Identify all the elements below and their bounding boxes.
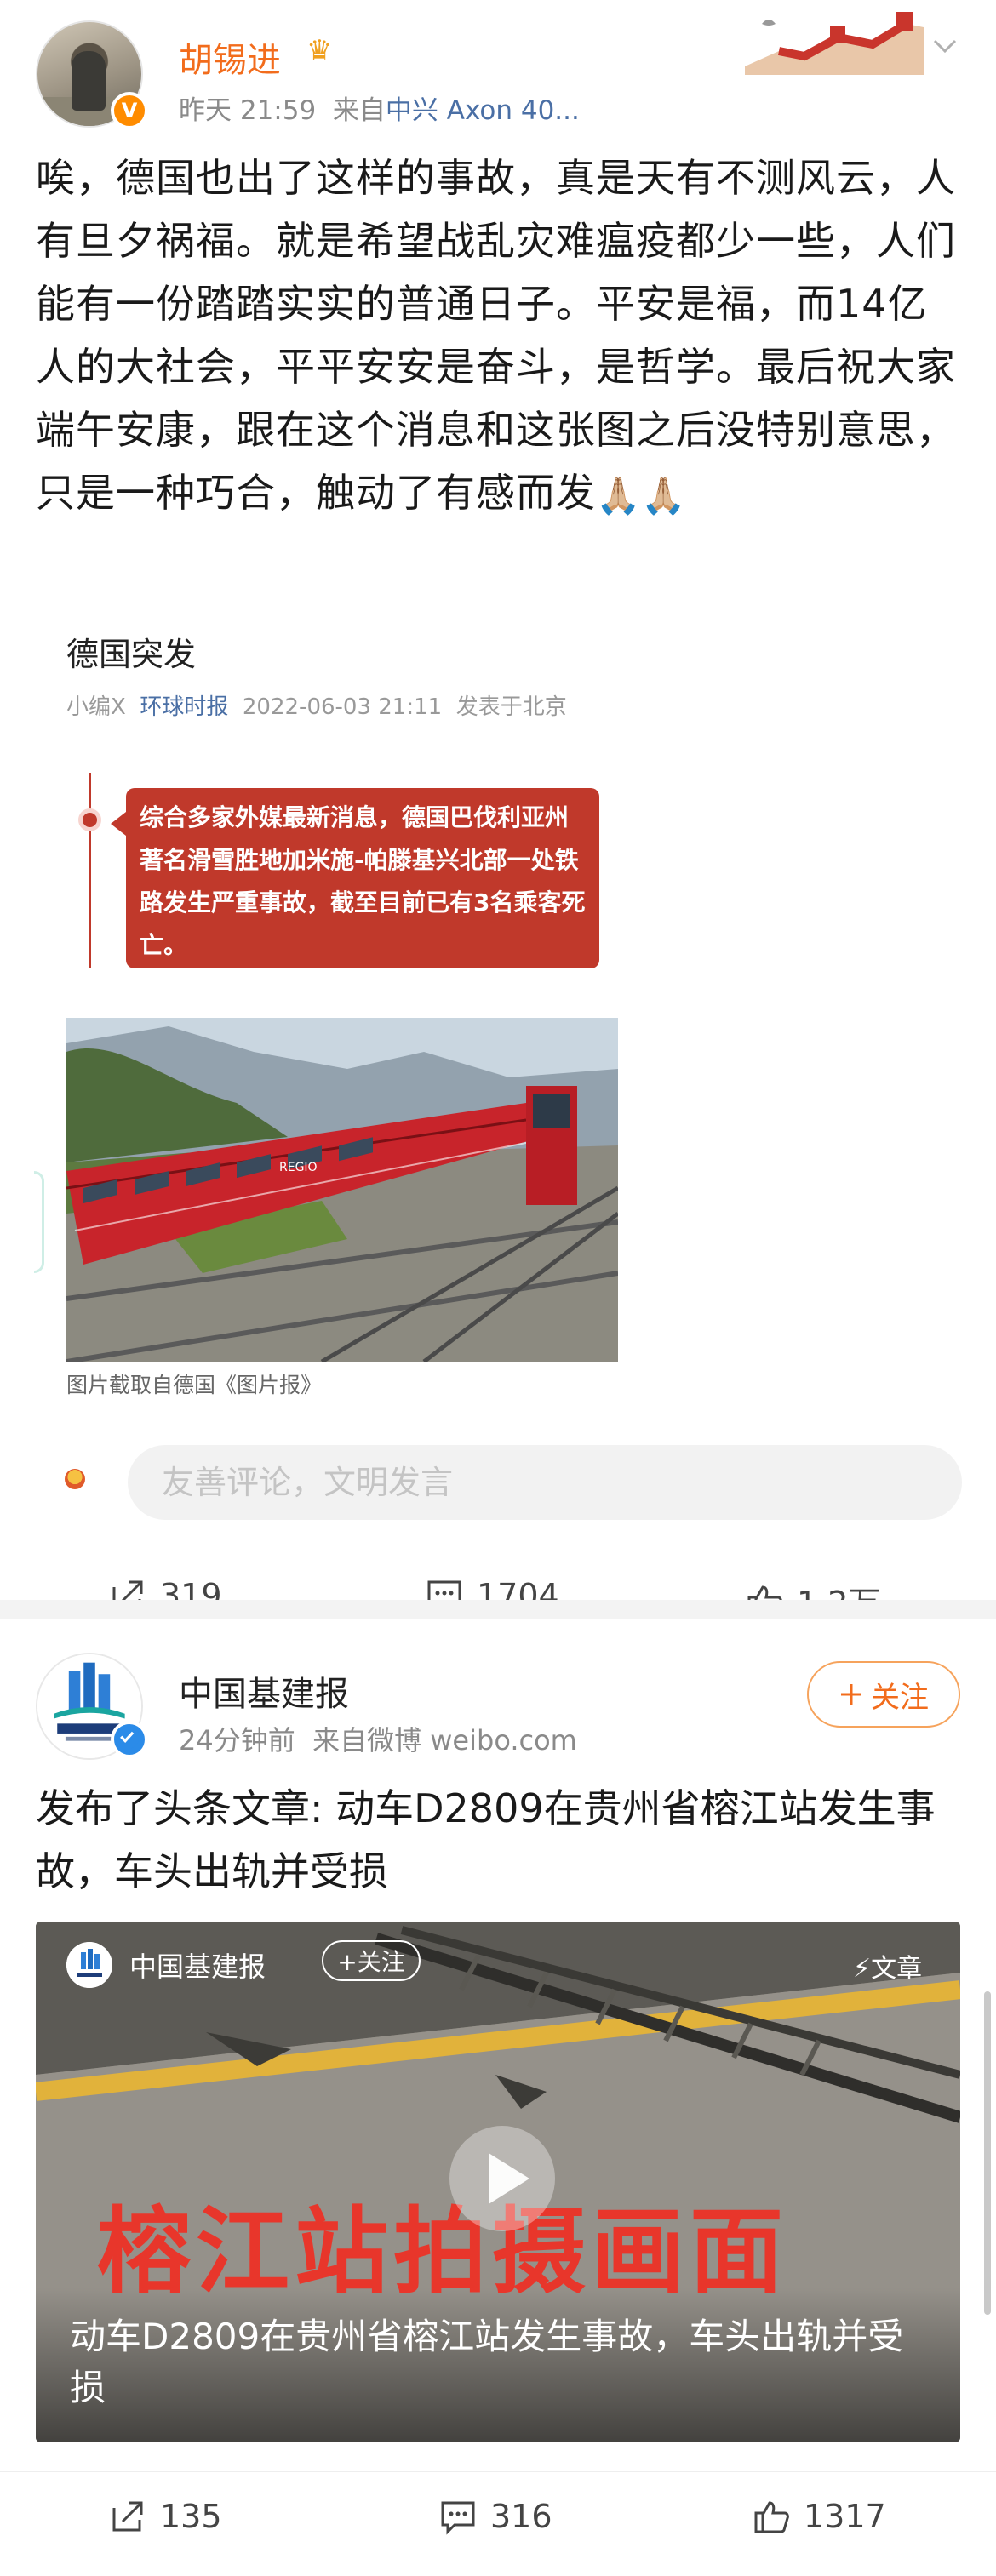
- post-card-2: 中国基建报 24分钟前 来自微博 weibo.com 关注 发布了头条文章: 动…: [0, 1619, 996, 2576]
- video-follow-button[interactable]: +关注: [322, 1940, 421, 1981]
- post-source: 来自微博 weibo.com: [312, 1724, 577, 1756]
- article-datetime: 2022-06-03 21:11: [242, 694, 443, 720]
- timeline-line: [89, 773, 91, 968]
- like-button[interactable]: 1317: [753, 2498, 886, 2535]
- article-tag-label: 文章: [871, 1954, 923, 1984]
- play-icon[interactable]: [449, 2126, 555, 2231]
- post-time: 昨天 21:59: [179, 95, 317, 126]
- great-wall-decoration-icon: [745, 7, 924, 75]
- verified-badge-icon: [111, 1721, 148, 1758]
- video-channel-name: 中国基建报: [129, 1951, 266, 1983]
- video-caption: 动车D2809在贵州省榕江站发生事故，车头出轨并受损: [70, 2316, 904, 2408]
- article-outlet[interactable]: 环球时报: [140, 694, 228, 720]
- comment-button[interactable]: 316: [439, 2498, 552, 2535]
- feed-divider: [0, 1600, 996, 1619]
- scrollbar[interactable]: [984, 1991, 991, 2315]
- video-overlay-title: 榕江站拍摄画面: [97, 2197, 788, 2306]
- source-prefix: 来自: [332, 95, 386, 126]
- crown-icon: ♛: [306, 34, 333, 68]
- article-highlight-box: 综合多家外媒最新消息，德国巴伐利亚州著名滑雪胜地加米施-帕滕基兴北部一处铁路发生…: [111, 788, 599, 968]
- article-meta: 小编X 环球时报 2022-06-03 21:11 发表于北京: [66, 689, 567, 721]
- plus-icon: [841, 1684, 861, 1705]
- source-device[interactable]: 中兴 Axon 40...: [386, 95, 580, 126]
- repost-count: 135: [160, 2498, 222, 2535]
- comment-icon: [441, 2501, 475, 2535]
- post-body-text: 发布了头条文章: 动车D2809在贵州省榕江站发生事故，车头出轨并受损: [36, 1785, 936, 1894]
- article-title: 德国突发: [66, 636, 197, 673]
- channel-logo-icon: [66, 1942, 112, 1988]
- comment-count: 316: [490, 2498, 552, 2535]
- username[interactable]: 中国基建报: [179, 1666, 349, 1716]
- photo-caption: 图片截取自德国《图片报》: [66, 1373, 323, 1397]
- post-meta: 昨天 21:59 来自中兴 Axon 40...: [179, 89, 580, 127]
- side-tab-handle[interactable]: [34, 1171, 44, 1273]
- post-card-1: V 胡锡进 ♛ 昨天 21:59 来自中兴 Axon 40... 唉，德国也出了…: [0, 0, 996, 1622]
- train-accident-photo[interactable]: REGIO: [66, 1018, 618, 1362]
- post-text: 唉，德国也出了这样的事故，真是天有不测风云，人有旦夕祸福。就是希望战乱灾难瘟疫都…: [36, 155, 956, 516]
- pray-emoji-icon: 🙏🏼🙏🏼: [596, 474, 687, 517]
- post-actions-bar: 135 316 1317: [0, 2471, 996, 2556]
- repost-icon: [112, 2501, 143, 2532]
- username[interactable]: 胡锡进: [179, 32, 281, 82]
- post-body-text: 唉，德国也出了这样的事故，真是天有不测风云，人有旦夕祸福。就是希望战乱灾难瘟疫都…: [36, 146, 964, 528]
- avatar-figure: [72, 51, 106, 111]
- embedded-article-card[interactable]: 德国突发 小编X 环球时报 2022-06-03 21:11 发表于北京 综合多…: [36, 611, 662, 1397]
- timeline-dot-icon: [78, 808, 101, 831]
- comment-user-avatar: [65, 1469, 85, 1489]
- follow-label: 关注: [871, 1680, 929, 1715]
- lightning-icon: ⚡: [853, 1954, 872, 1984]
- verified-badge-icon: V: [111, 92, 148, 129]
- video-card[interactable]: 中国基建报 +关注 ⚡文章 榕江站拍摄画面 动车D2809在贵州省榕江站发生事故…: [36, 1922, 960, 2442]
- like-icon: [754, 2501, 789, 2533]
- post-time: 24分钟前: [179, 1724, 295, 1756]
- follow-button[interactable]: 关注: [807, 1661, 960, 1728]
- article-tag[interactable]: ⚡文章: [853, 1947, 922, 1985]
- comment-input[interactable]: [128, 1445, 962, 1520]
- like-count: 1317: [804, 2498, 886, 2535]
- train-label: REGIO: [279, 1161, 318, 1174]
- chevron-down-icon[interactable]: [930, 31, 960, 61]
- article-editor: 小编X: [66, 694, 126, 720]
- post-meta: 24分钟前 来自微博 weibo.com: [179, 1719, 577, 1758]
- repost-button[interactable]: 135: [109, 2498, 222, 2535]
- article-location: 发表于北京: [455, 694, 567, 720]
